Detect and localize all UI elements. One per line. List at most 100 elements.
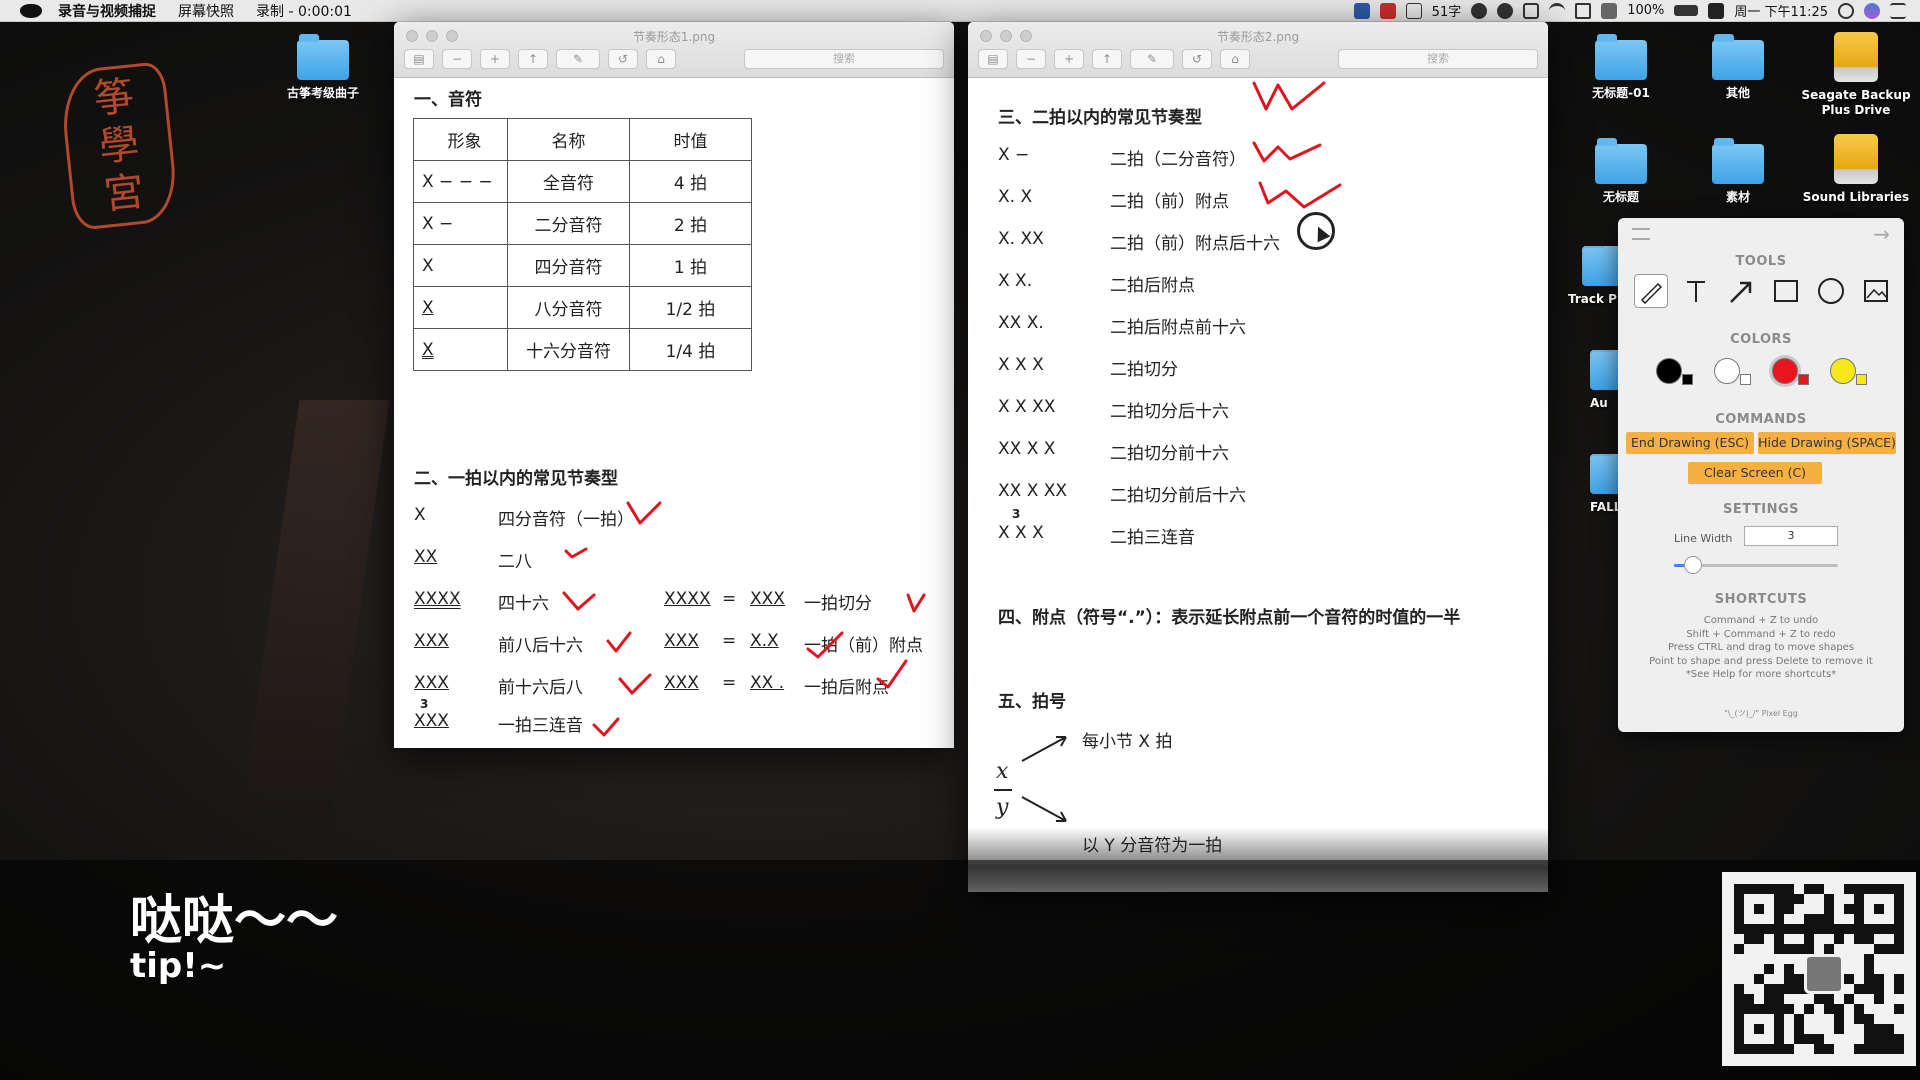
v-tray-icon[interactable] <box>1379 2 1396 19</box>
desktop-folder-track[interactable]: Track P <box>1568 246 1620 307</box>
equals-sign: = <box>722 673 737 693</box>
arrow-icon[interactable] <box>1724 274 1758 308</box>
line-width-field[interactable]: 3 <box>1744 526 1838 546</box>
desktop-folder-fall[interactable]: FALL <box>1590 454 1620 515</box>
battery-icon[interactable] <box>1674 5 1699 16</box>
desktop-folder-au[interactable]: Au <box>1590 350 1620 411</box>
window-title[interactable]: 节奏形态2.png <box>968 28 1548 45</box>
search-icon[interactable] <box>1838 2 1854 19</box>
collapse-arrow-icon[interactable]: → <box>1873 222 1890 246</box>
desktop-folder-materials[interactable]: 素材 <box>1683 138 1793 205</box>
window-title[interactable]: 节奏形态1.png <box>394 28 954 45</box>
rotate-icon[interactable]: ↺ <box>1182 49 1212 69</box>
color-swatch-yellow[interactable] <box>1830 358 1868 388</box>
qr-module <box>1754 914 1764 924</box>
qr-module <box>1864 974 1874 984</box>
volume-icon[interactable] <box>1601 2 1618 19</box>
section-heading-dots: 四、附点（符号“.”）：表示延长附点前一个音符的时值的一半 <box>998 608 1461 628</box>
color-swatch-red[interactable] <box>1772 358 1810 388</box>
zoom-out-icon[interactable]: − <box>1016 49 1046 69</box>
qr-module <box>1834 884 1844 894</box>
zoom-in-icon[interactable]: + <box>1054 49 1084 69</box>
qr-module <box>1784 1034 1794 1044</box>
app-menu[interactable]: 录音与视频捕捉 <box>58 1 156 21</box>
color-swatch-black[interactable] <box>1656 358 1694 388</box>
toolbox-icon[interactable]: ⌂ <box>646 49 676 69</box>
desktop-folder-untitled[interactable]: 无标题 <box>1566 138 1676 205</box>
app-tray-icon[interactable] <box>1353 2 1370 19</box>
qr-module <box>1814 924 1824 934</box>
qr-module <box>1764 984 1774 994</box>
clock[interactable]: 周一 下午11:25 <box>1734 1 1828 20</box>
drawing-tools-panel[interactable]: → TOOLS COLORS COMMANDS End Drawing (ESC… <box>1618 218 1904 732</box>
qr-logo-icon <box>1804 954 1844 994</box>
desktop-folder-guzheng[interactable]: 古筝考级曲子 <box>268 34 378 101</box>
seal-logo: 筝 學 宮 <box>57 60 181 232</box>
desktop-drive-sound-libraries[interactable]: Sound Libraries <box>1801 134 1911 205</box>
fraction-bar <box>994 789 1012 791</box>
record-icon[interactable] <box>1471 2 1488 19</box>
input-method-icon[interactable] <box>1405 2 1422 19</box>
window-toolbar: ▤ − + ↑ ✎ ↺ ⌂ 搜索 <box>978 48 1538 70</box>
markup-pen-icon[interactable]: ✎ <box>1130 49 1174 69</box>
share-icon[interactable]: ↑ <box>518 49 548 69</box>
menu-icon[interactable] <box>1632 228 1650 240</box>
sidebar-toggle-icon[interactable]: ▤ <box>404 49 434 69</box>
desktop-folder-other[interactable]: 其他 <box>1683 34 1793 101</box>
s-app-icon[interactable] <box>1708 2 1725 19</box>
grid-icon[interactable] <box>1523 2 1540 19</box>
menu-item-recording[interactable]: 录制 - 0:00:01 <box>256 1 352 21</box>
toolbox-icon[interactable]: ⌂ <box>1220 49 1250 69</box>
shortcut-line: Press CTRL and drag to move shapes <box>1667 642 1855 654</box>
folder-icon <box>1590 454 1620 494</box>
pen-icon[interactable] <box>1634 274 1668 308</box>
airplay-icon[interactable] <box>1575 2 1592 19</box>
text-icon[interactable] <box>1679 274 1713 308</box>
color-swatch-white[interactable] <box>1714 358 1752 388</box>
end-drawing-button[interactable]: End Drawing (ESC) <box>1626 432 1754 454</box>
siri-icon[interactable] <box>1864 2 1880 19</box>
notification-center-icon[interactable] <box>1890 2 1906 19</box>
hide-drawing-button[interactable]: Hide Drawing (SPACE) <box>1758 432 1896 454</box>
zoom-out-icon[interactable]: − <box>442 49 472 69</box>
rectangle-icon[interactable] <box>1769 274 1803 308</box>
zoom-in-icon[interactable]: + <box>480 49 510 69</box>
search-input[interactable]: 搜索 <box>744 49 944 69</box>
qr-module <box>1754 884 1764 894</box>
preview-window-1[interactable]: 节奏形态1.png ▤ − + ↑ ✎ ↺ ⌂ 搜索 一、音符 形象 名称 时值… <box>394 22 954 748</box>
column-header: 时值 <box>629 118 752 161</box>
rotate-icon[interactable]: ↺ <box>608 49 638 69</box>
clear-screen-button[interactable]: Clear Screen (C) <box>1688 462 1822 484</box>
qr-module <box>1844 1014 1854 1024</box>
line-width-slider-knob[interactable] <box>1683 556 1702 574</box>
rhythm-name: 四十六 <box>498 594 549 614</box>
qr-module <box>1754 1034 1764 1044</box>
qr-module <box>1874 1034 1884 1044</box>
rhythm-name: 二拍三连音 <box>1110 528 1195 548</box>
qr-module <box>1834 904 1844 914</box>
desktop-drive-seagate[interactable]: Seagate Backup Plus Drive <box>1801 32 1911 118</box>
markup-pen-icon[interactable]: ✎ <box>556 49 600 69</box>
battery-percent[interactable]: 100% <box>1627 3 1664 18</box>
annotation-check <box>618 673 652 695</box>
qr-code <box>1722 872 1916 1066</box>
qr-module <box>1784 994 1794 1004</box>
microphone-icon[interactable] <box>1497 2 1514 19</box>
window-titlebar[interactable]: 节奏形态1.png ▤ − + ↑ ✎ ↺ ⌂ 搜索 <box>394 22 954 78</box>
share-icon[interactable]: ↑ <box>1092 49 1122 69</box>
desktop-folder-untitled-01[interactable]: 无标题-01 <box>1566 34 1676 101</box>
qr-module <box>1844 924 1854 934</box>
menu-item-screenshot[interactable]: 屏幕快照 <box>178 1 234 21</box>
circle-icon[interactable] <box>1814 274 1848 308</box>
qr-module <box>1794 944 1804 954</box>
qr-module <box>1814 994 1824 1004</box>
input-indicator[interactable]: 51字 <box>1432 1 1462 20</box>
sidebar-toggle-icon[interactable]: ▤ <box>978 49 1008 69</box>
wifi-icon[interactable] <box>1549 2 1566 19</box>
image-icon[interactable] <box>1859 274 1893 308</box>
apple-icon[interactable] <box>20 3 42 18</box>
qr-module <box>1784 894 1794 904</box>
search-input[interactable]: 搜索 <box>1338 49 1538 69</box>
preview-window-2[interactable]: 节奏形态2.png ▤ − + ↑ ✎ ↺ ⌂ 搜索 三、二拍以内的常见节奏型 … <box>968 22 1548 892</box>
window-titlebar[interactable]: 节奏形态2.png ▤ − + ↑ ✎ ↺ ⌂ 搜索 <box>968 22 1548 78</box>
